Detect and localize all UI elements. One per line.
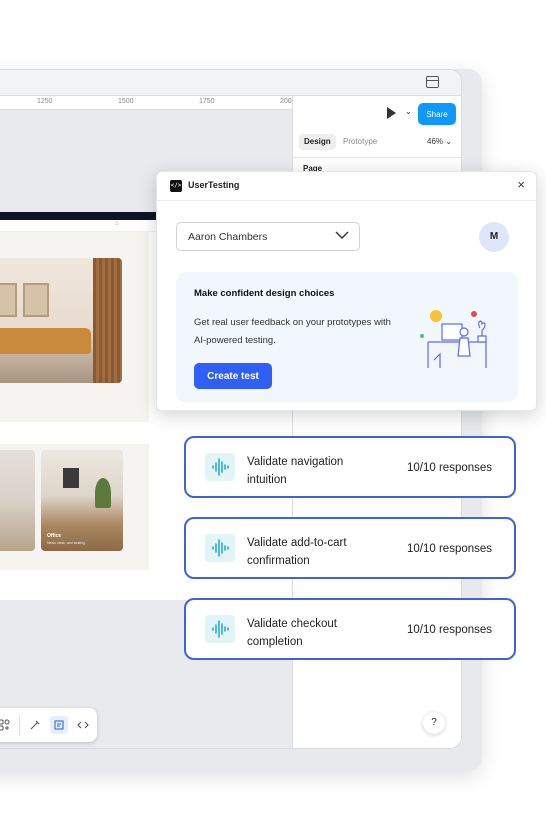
waveform-icon [205, 453, 235, 481]
ruler-tick: 1250 [37, 98, 53, 105]
waveform-icon [205, 615, 235, 643]
components-icon[interactable] [0, 718, 11, 732]
frame-icon[interactable] [50, 716, 68, 734]
sofa-shape [0, 328, 91, 354]
plugin-title: UserTesting [188, 180, 240, 190]
test-card[interactable]: Validate navigation intuition 10/10 resp… [184, 436, 516, 498]
plant-shape [95, 478, 111, 508]
waveform-icon [205, 534, 235, 562]
test-title: Validate navigation intuition [247, 456, 344, 486]
zoom-value: 46% [427, 137, 444, 146]
plugin-header: </> UserTesting × [157, 172, 536, 201]
tile-label: Office [47, 533, 62, 539]
tab-prototype[interactable]: Prototype [343, 134, 377, 150]
wood-panel [93, 258, 122, 383]
promo-title: Make confident design choices [194, 288, 335, 299]
user-select-value: Aaron Chambers [188, 231, 268, 243]
horizontal-ruler: 1250 1500 1750 200 [0, 96, 292, 110]
category-tile [0, 450, 35, 551]
zoom-level[interactable]: 46% ⌄ [427, 134, 452, 150]
bottom-toolbar [0, 708, 97, 742]
panel-toggle-icon[interactable] [426, 76, 439, 88]
panel-divider [293, 157, 461, 158]
test-title: Validate add-to-cart confirmation [247, 537, 347, 567]
avatar[interactable]: M [479, 222, 509, 252]
code-icon: </> [170, 180, 182, 192]
usertesting-plugin-window: </> UserTesting × Aaron Chambers M Make … [156, 171, 537, 411]
create-test-button[interactable]: Create test [194, 363, 272, 389]
code-icon[interactable] [76, 718, 90, 732]
test-responses: 10/10 responses [407, 543, 493, 555]
test-responses: 10/10 responses [407, 462, 493, 474]
user-at-desk-illustration [420, 310, 487, 368]
figma-top-bar [0, 70, 461, 96]
test-title: Validate checkout completion [247, 618, 337, 648]
promo-card: Make confident design choices Get real u… [176, 272, 518, 402]
test-card[interactable]: Validate checkout completion 10/10 respo… [184, 598, 516, 660]
help-button[interactable]: ? [423, 712, 445, 734]
monitor-shape [63, 468, 79, 488]
tab-design[interactable]: Design [299, 134, 336, 150]
close-icon[interactable]: × [517, 177, 525, 193]
test-card[interactable]: Validate add-to-cart confirmation 10/10 … [184, 517, 516, 579]
play-icon[interactable] [387, 107, 396, 119]
wall-art [23, 283, 49, 317]
chevron-down-icon: ⌄ [445, 137, 452, 146]
tile-subtitle: Ideas, desk, and seating [47, 541, 85, 545]
toolbar-divider [19, 714, 20, 736]
category-tile-office: Office Ideas, desk, and seating [41, 450, 123, 551]
ruler-tick: 1500 [118, 98, 134, 105]
ruler-tick: 200 [280, 98, 292, 105]
chevron-down-icon [335, 231, 349, 239]
living-room-image [0, 258, 122, 383]
user-select-dropdown[interactable]: Aaron Chambers [176, 222, 360, 251]
test-responses: 10/10 responses [407, 624, 493, 636]
ruler-tick: 1750 [199, 98, 215, 105]
pen-icon[interactable] [28, 718, 42, 732]
cart-icon: ⌂ [115, 221, 119, 227]
chevron-down-icon[interactable]: ⌄ [405, 107, 412, 116]
promo-body: Get real user feedback on your prototype… [194, 317, 391, 346]
wall-art [0, 283, 17, 317]
share-button[interactable]: Share [418, 103, 456, 125]
